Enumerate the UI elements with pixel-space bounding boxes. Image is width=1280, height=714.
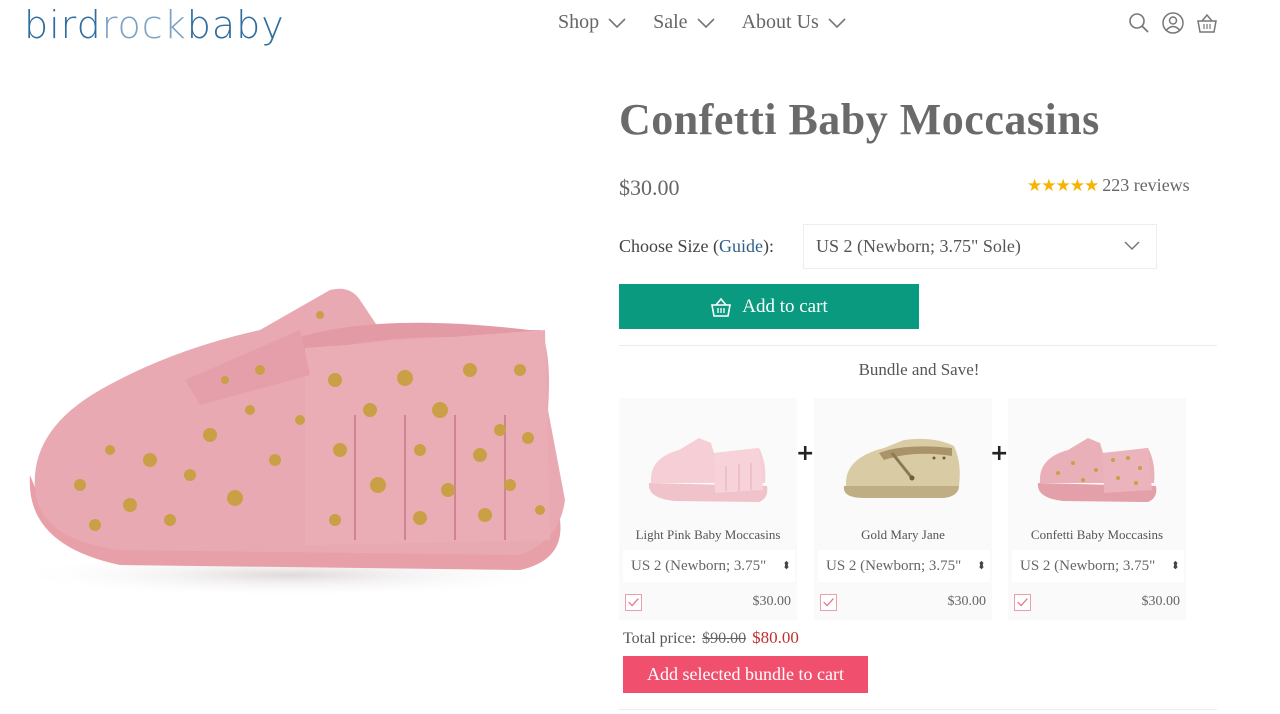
bundle-item-image[interactable] bbox=[619, 398, 797, 518]
select-arrows-icon: ⬍ bbox=[1170, 560, 1180, 572]
bundle-item-name: Gold Mary Jane bbox=[861, 527, 945, 542]
size-select[interactable]: US 2 (Newborn; 3.75" Sole) bbox=[803, 224, 1157, 269]
bundle-item-image[interactable] bbox=[814, 398, 992, 518]
size-label: Choose Size (Guide): bbox=[619, 236, 774, 257]
add-to-cart-label: Add to cart bbox=[742, 295, 828, 317]
product-main-image[interactable] bbox=[0, 270, 590, 620]
chevron-down-icon bbox=[828, 17, 846, 28]
bundle-heading: Bundle and Save! bbox=[858, 360, 980, 379]
nav-shop[interactable]: Shop bbox=[558, 11, 627, 34]
reviews-count[interactable]: 223 reviews bbox=[1102, 175, 1189, 196]
nav-about-us[interactable]: About Us bbox=[742, 11, 847, 34]
bundle-item-variant-value: US 2 (Newborn; 3.75" bbox=[826, 558, 962, 574]
divider bbox=[619, 345, 1217, 346]
logo-part-rock: rock bbox=[101, 3, 187, 47]
bundle-item-checkbox[interactable] bbox=[625, 594, 642, 611]
brand-logo[interactable]: birdrockbaby bbox=[24, 2, 285, 48]
chevron-down-icon bbox=[608, 17, 626, 28]
bundle-item-confetti: Confetti Baby Moccasins US 2 (Newborn; 3… bbox=[1008, 398, 1186, 620]
plus-icon: + bbox=[990, 441, 1009, 466]
site-header: birdrockbaby Shop Sale About Us bbox=[0, 0, 1280, 50]
size-label-suffix: ): bbox=[762, 236, 774, 256]
select-arrows-icon: ⬍ bbox=[781, 560, 791, 572]
logo-part-bird: bird bbox=[24, 3, 102, 47]
add-bundle-button[interactable]: Add selected bundle to cart bbox=[623, 656, 868, 693]
nav-about-label: About Us bbox=[741, 11, 819, 33]
header-icons bbox=[1128, 12, 1218, 34]
bundle-item-price: $30.00 bbox=[947, 594, 987, 609]
search-icon[interactable] bbox=[1128, 12, 1150, 34]
main-nav: Shop Sale About Us bbox=[558, 11, 847, 34]
bundle-item-variant-value: US 2 (Newborn; 3.75" bbox=[631, 558, 767, 574]
select-arrows-icon: ⬍ bbox=[976, 560, 986, 572]
bundle-total: Total price: $90.00 $80.00 bbox=[623, 628, 799, 648]
bundle-item-checkbox[interactable] bbox=[820, 594, 837, 611]
total-old-price: $90.00 bbox=[702, 630, 747, 647]
chevron-down-icon bbox=[1124, 241, 1140, 251]
bundle-item-variant-select[interactable]: US 2 (Newborn; 3.75" ⬍ bbox=[1012, 550, 1184, 582]
product-rating[interactable]: ★★★★★ 223 reviews bbox=[1027, 175, 1190, 196]
star-rating-icon: ★★★★★ bbox=[1027, 175, 1099, 195]
nav-sale[interactable]: Sale bbox=[653, 11, 715, 34]
logo-part-baby: baby bbox=[186, 3, 285, 47]
bundle-item-name: Confetti Baby Moccasins bbox=[1030, 527, 1164, 542]
product-title: Confetti Baby Moccasins bbox=[619, 95, 1100, 144]
bundle-item-image[interactable] bbox=[1008, 398, 1186, 518]
product-price: $30.00 bbox=[619, 175, 680, 200]
size-select-value: US 2 (Newborn; 3.75" Sole) bbox=[816, 236, 1021, 256]
bundle-item-variant-select[interactable]: US 2 (Newborn; 3.75" ⬍ bbox=[818, 550, 990, 582]
add-to-cart-button[interactable]: Add to cart bbox=[619, 284, 919, 329]
divider bbox=[619, 709, 1217, 710]
bundle-item-variant-value: US 2 (Newborn; 3.75" bbox=[1020, 558, 1156, 574]
nav-sale-label: Sale bbox=[653, 11, 688, 33]
cart-icon[interactable] bbox=[1196, 12, 1218, 34]
total-new-price: $80.00 bbox=[752, 628, 799, 647]
account-icon[interactable] bbox=[1162, 12, 1184, 34]
total-label: Total price: bbox=[623, 630, 697, 647]
size-guide-link[interactable]: Guide bbox=[719, 236, 763, 256]
size-label-prefix: Choose Size ( bbox=[619, 236, 719, 256]
bundle-item-checkbox[interactable] bbox=[1014, 594, 1031, 611]
bundle-item-light-pink: Light Pink Baby Moccasins US 2 (Newborn;… bbox=[619, 398, 797, 620]
bundle-item-price: $30.00 bbox=[1141, 594, 1181, 609]
bundle-item-price: $30.00 bbox=[752, 594, 792, 609]
nav-shop-label: Shop bbox=[558, 11, 600, 33]
plus-icon: + bbox=[796, 441, 815, 466]
basket-icon bbox=[711, 297, 732, 317]
bundle-item-name: Light Pink Baby Moccasins bbox=[635, 527, 781, 542]
chevron-down-icon bbox=[696, 17, 715, 28]
bundle-item-gold-mary-jane: Gold Mary Jane US 2 (Newborn; 3.75" ⬍ $3… bbox=[814, 398, 992, 620]
bundle-item-variant-select[interactable]: US 2 (Newborn; 3.75" ⬍ bbox=[623, 550, 795, 582]
